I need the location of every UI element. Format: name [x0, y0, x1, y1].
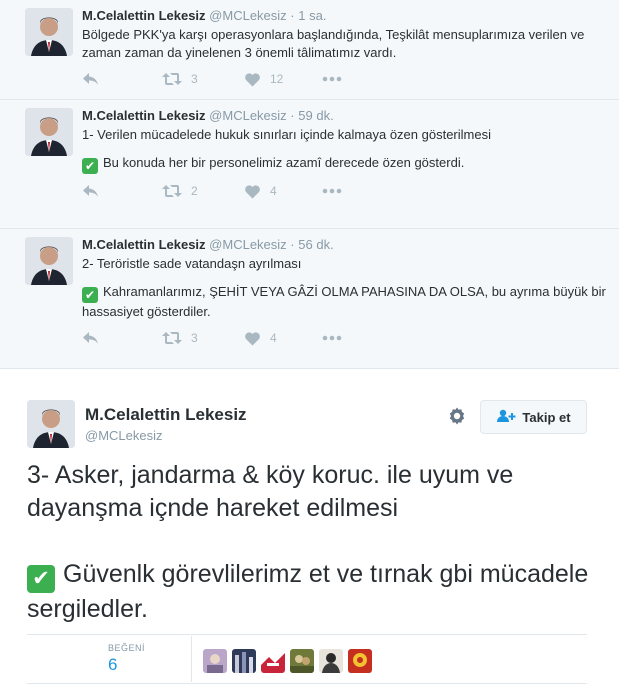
add-user-icon [496, 409, 522, 426]
heart-icon [244, 331, 261, 346]
separator-dot: · [290, 108, 295, 123]
reply-button[interactable] [82, 329, 100, 347]
reply-button[interactable] [82, 182, 100, 200]
timestamp[interactable]: 1 sa. [298, 8, 326, 23]
main-author-handle[interactable]: @MCLekesiz [85, 428, 163, 443]
liker-avatars [203, 649, 377, 673]
retweet-count: 2 [191, 184, 198, 198]
thread-tweet[interactable]: M.Celalettin Lekesiz @MCLekesiz · 56 dk.… [0, 229, 619, 368]
retweet-button[interactable]: 3 [162, 329, 198, 347]
tweet-paragraph: Bölgede PKK'ya karşı operasyonlara başla… [82, 27, 585, 60]
like-count: 12 [270, 72, 284, 86]
main-tweet-paragraph-checked: ✔ Güvenlk görevlilerimz et ve tırnak gbi … [27, 558, 597, 626]
author-handle[interactable]: @MCLekesiz [209, 8, 287, 23]
thread-tweet[interactable]: M.Celalettin Lekesiz @MCLekesiz · 1 sa. … [0, 0, 619, 100]
retweet-button[interactable]: 2 [162, 182, 198, 200]
heart-icon [244, 184, 261, 199]
main-avatar[interactable] [27, 400, 75, 448]
reply-icon [82, 71, 100, 87]
author-name[interactable]: M.Celalettin Lekesiz [82, 108, 206, 123]
tweet-paragraph-checked: ✔ Kahramanlarımız, ŞEHİT VEYA GÂZİ OLMA P… [82, 283, 609, 321]
author-handle[interactable]: @MCLekesiz [209, 108, 287, 123]
main-tweet-text: 3- Asker, jandarma & köy koruc. ile uyum… [27, 459, 597, 626]
follow-label: Takip et [522, 409, 571, 425]
stats-divider [191, 636, 192, 682]
more-button[interactable] [322, 329, 342, 347]
thread-tweet[interactable]: M.Celalettin Lekesiz @MCLekesiz · 59 dk.… [0, 100, 619, 229]
timestamp[interactable]: 59 dk. [298, 108, 333, 123]
liker-avatar[interactable] [261, 649, 285, 673]
tweet-text: 2- Teröristle sade vatandaşn ayrılması ✔… [82, 255, 609, 321]
tweet-actions: 3 12 [82, 62, 609, 98]
tweet-actions: 2 4 [82, 174, 609, 210]
retweet-count: 3 [191, 331, 198, 345]
check-mark-icon: ✔ [82, 287, 98, 303]
more-icon [322, 188, 342, 194]
author-name[interactable]: M.Celalettin Lekesiz [82, 8, 206, 23]
more-icon [322, 335, 342, 341]
like-button[interactable]: 12 [244, 70, 283, 88]
tweet-actions: 3 4 [82, 321, 609, 357]
avatar[interactable] [25, 108, 73, 156]
retweet-icon [162, 184, 182, 198]
retweet-count: 3 [191, 72, 198, 86]
like-button[interactable]: 4 [244, 182, 277, 200]
more-icon [322, 76, 342, 82]
reply-icon [82, 183, 100, 199]
avatar[interactable] [25, 237, 73, 285]
likes-label: BEĞENİ [108, 643, 146, 653]
main-tweet-paragraph: 3- Asker, jandarma & köy koruc. ile uyum… [27, 461, 514, 522]
main-tweet-paragraph: Güvenlk görevlilerimz et ve tırnak gbi m… [27, 560, 589, 623]
tweet-paragraph: Kahramanlarımız, ŞEHİT VEYA GÂZİ OLMA PA… [82, 284, 606, 319]
tweet-paragraph-checked: ✔ Bu konuda her bir personelimiz azamî de… [82, 154, 609, 174]
check-mark-icon: ✔ [82, 158, 98, 174]
more-button[interactable] [322, 182, 342, 200]
liker-avatar[interactable] [348, 649, 372, 673]
like-button[interactable]: 4 [244, 329, 277, 347]
reply-icon [82, 330, 100, 346]
gear-icon [447, 407, 467, 430]
separator-dot: · [290, 237, 295, 252]
author-handle[interactable]: @MCLekesiz [209, 237, 287, 252]
likes-stat[interactable]: BEĞENİ 6 [108, 643, 145, 675]
liker-avatar[interactable] [232, 649, 256, 673]
heart-icon [244, 72, 261, 87]
check-mark-icon: ✔ [27, 565, 55, 593]
main-author-name[interactable]: M.Celalettin Lekesiz [85, 405, 247, 425]
liker-avatar[interactable] [319, 649, 343, 673]
avatar[interactable] [25, 8, 73, 56]
timestamp[interactable]: 56 dk. [298, 237, 333, 252]
liker-avatar[interactable] [290, 649, 314, 673]
reply-button[interactable] [82, 70, 100, 88]
retweet-icon [162, 331, 182, 345]
retweet-button[interactable]: 3 [162, 70, 198, 88]
more-button[interactable] [322, 70, 342, 88]
retweet-icon [162, 72, 182, 86]
tweet-text: 1- Verilen mücadelede hukuk sınırları iç… [82, 126, 609, 174]
tweet-paragraph: 2- Teröristle sade vatandaşn ayrılması [82, 256, 302, 271]
tweet-text: Bölgede PKK'ya karşı operasyonlara başla… [82, 26, 609, 62]
tweet-paragraph: Bu konuda her bir personelimiz azamî der… [103, 155, 465, 170]
separator-dot: · [290, 8, 295, 23]
like-count: 4 [270, 331, 277, 345]
tweet-paragraph: 1- Verilen mücadelede hukuk sınırları iç… [82, 127, 491, 142]
liker-avatar[interactable] [203, 649, 227, 673]
tweet-stats: BEĞENİ 6 [27, 634, 587, 684]
like-count: 4 [270, 184, 277, 198]
settings-button[interactable] [447, 406, 467, 431]
follow-button[interactable]: Takip et [480, 400, 587, 434]
author-name[interactable]: M.Celalettin Lekesiz [82, 237, 206, 252]
conversation-thread: M.Celalettin Lekesiz @MCLekesiz · 1 sa. … [0, 0, 619, 369]
likes-count: 6 [108, 655, 118, 674]
